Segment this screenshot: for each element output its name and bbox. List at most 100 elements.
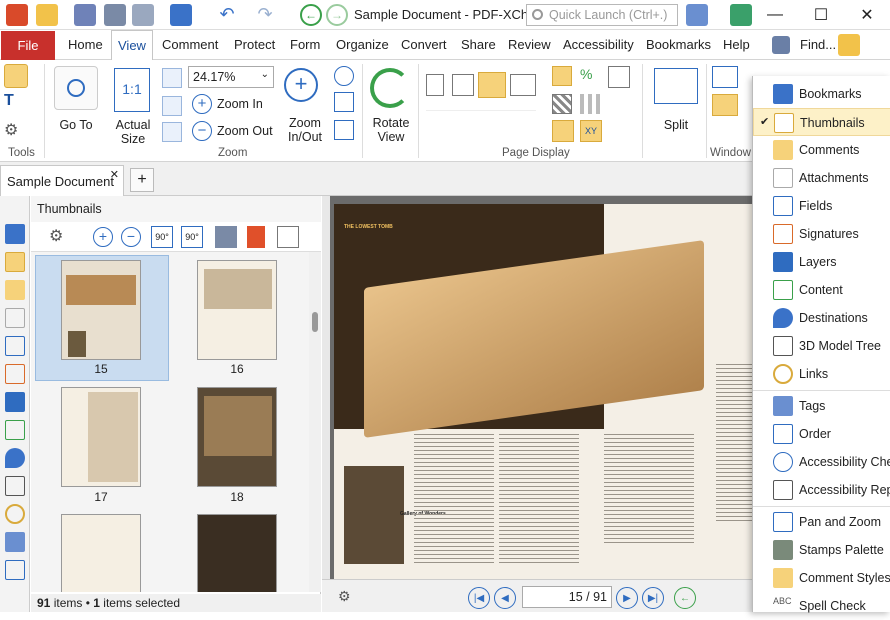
tags-panel-icon[interactable] [5,532,25,552]
folder-icon[interactable] [838,34,860,56]
scanner-icon[interactable] [170,4,192,26]
document-view[interactable]: THE LOWEST TOMB Gallery of Wonders ⚙ |◀ … [322,196,752,612]
menu-item-thumbnails[interactable]: ✔ Thumbnails [753,108,890,136]
thumb-zoom-in-icon[interactable]: + [93,227,113,247]
zoom-out-button[interactable]: Zoom Out [217,124,273,138]
transparency-grid-icon[interactable] [580,94,600,114]
thumb-print-icon[interactable] [215,226,237,248]
tab-bookmarks[interactable]: Bookmarks [646,37,711,52]
tab-form[interactable]: Form [290,37,320,52]
menu-item-attachments[interactable]: Attachments [753,164,890,192]
page-number-field[interactable]: 15 / 91 [522,586,612,608]
menu-item-tags[interactable]: Tags [753,392,890,420]
single-page-icon[interactable] [426,74,444,96]
menu-item-comments[interactable]: Comments [753,136,890,164]
attachments-panel-icon[interactable] [5,308,25,328]
menu-item-accessibility-report[interactable]: Accessibility Repo [753,476,890,504]
grid-icon[interactable] [552,94,572,114]
close-tab-icon[interactable]: ✕ [110,168,119,181]
menu-item-accessibility-check[interactable]: Accessibility Chec [753,448,890,476]
view-left-splitter[interactable] [322,196,330,579]
menu-item-layers[interactable]: Layers [753,248,890,276]
menu-item-order[interactable]: Order [753,420,890,448]
zoom-out-icon[interactable]: − [192,121,212,141]
bookmarks-panel-icon[interactable] [5,224,25,244]
tab-share[interactable]: Share [461,37,496,52]
tab-help[interactable]: Help [723,37,750,52]
goto-button[interactable] [54,66,98,110]
tab-protect[interactable]: Protect [234,37,275,52]
no-transparency-icon[interactable]: % [580,66,600,86]
pan-zoom-icon[interactable] [334,120,354,140]
menu-item-3d-model-tree[interactable]: 3D Model Tree [753,332,890,360]
tab-accessibility[interactable]: Accessibility [563,37,634,52]
coordinates-icon[interactable]: XY [580,120,602,142]
menu-item-links[interactable]: Links [753,360,890,388]
new-tab-button[interactable]: + [130,168,154,192]
new-window-icon[interactable] [712,66,738,88]
page-layout-options[interactable] [426,110,536,134]
find-button[interactable]: Find... [800,37,836,52]
signatures-panel-icon[interactable] [5,364,25,384]
menu-item-fields[interactable]: Fields [753,192,890,220]
thumbnails-scrollbar[interactable] [309,252,321,592]
open-folder-icon[interactable] [36,4,58,26]
order-panel-icon[interactable] [5,560,25,580]
delete-icon[interactable] [247,226,265,248]
email-icon[interactable] [132,4,154,26]
loupe-icon[interactable] [334,92,354,112]
thumbnail-page-15[interactable] [61,260,141,360]
actual-size-icon[interactable]: 1:1 [114,68,150,112]
rotate-right-icon[interactable]: 90° [181,226,203,248]
tab-comment[interactable]: Comment [162,37,218,52]
zoom-marquee-icon[interactable] [334,66,354,86]
guides-icon[interactable] [608,66,630,88]
previous-view-button[interactable]: ← [674,587,696,609]
tab-sample-document[interactable]: Sample Document ✕ [0,165,124,196]
print-icon[interactable] [104,4,126,26]
rotate-view-icon[interactable] [370,68,410,108]
two-page-continuous-icon[interactable] [510,74,536,96]
continuous-icon[interactable] [452,74,474,96]
zoom-select[interactable]: 24.17% ⌄ [188,66,274,88]
quick-launch-input[interactable]: Quick Launch (Ctrl+.) [526,4,678,26]
minimize-button[interactable]: — [752,0,798,30]
tab-review[interactable]: Review [508,37,551,52]
destinations-panel-icon[interactable] [5,448,25,468]
save-icon[interactable] [74,4,96,26]
panes-icon[interactable] [712,94,738,116]
split-icon[interactable] [654,68,698,104]
undo-icon[interactable]: ↶ [216,4,238,26]
thumbnail-page-17[interactable] [61,387,141,487]
maximize-button[interactable]: ☐ [798,0,844,30]
tab-organize[interactable]: Organize [336,37,389,52]
tab-view[interactable]: View [111,30,153,61]
previous-page-button[interactable]: ◀ [494,587,516,609]
menu-item-stamps-palette[interactable]: Stamps Palette [753,536,890,564]
forward-icon[interactable]: → [326,4,348,26]
select-text-icon[interactable]: T [4,92,28,116]
back-icon[interactable]: ← [300,4,322,26]
scrollbar-thumb[interactable] [312,312,318,332]
menu-item-destinations[interactable]: Destinations [753,304,890,332]
next-page-button[interactable]: ▶ [616,587,638,609]
split-button[interactable]: Split [654,118,698,132]
fields-panel-icon[interactable] [5,336,25,356]
zoom-in-button[interactable]: Zoom In [217,97,263,111]
thumbnail-page-16[interactable] [197,260,277,360]
content-panel-icon[interactable] [5,420,25,440]
menu-item-comment-styles[interactable]: Comment Styles [753,564,890,592]
thumbnail-page-20[interactable] [197,514,277,592]
thumb-zoom-out-icon[interactable]: − [121,227,141,247]
thumbnail-page-19[interactable] [61,514,141,592]
menu-item-bookmarks[interactable]: Bookmarks [753,80,890,108]
tab-home[interactable]: Home [68,37,103,52]
links-panel-icon[interactable] [5,504,25,524]
thumb-options-icon[interactable]: ⚙ [49,226,71,248]
rotate-view-label[interactable]: Rotate View [368,116,414,144]
fit-page-icon[interactable] [162,68,182,88]
zoom-in-icon[interactable]: + [192,94,212,114]
nav-options-icon[interactable]: ⚙ [338,588,351,605]
rotate-left-icon[interactable]: 90° [151,226,173,248]
fit-width-icon[interactable] [162,96,182,116]
